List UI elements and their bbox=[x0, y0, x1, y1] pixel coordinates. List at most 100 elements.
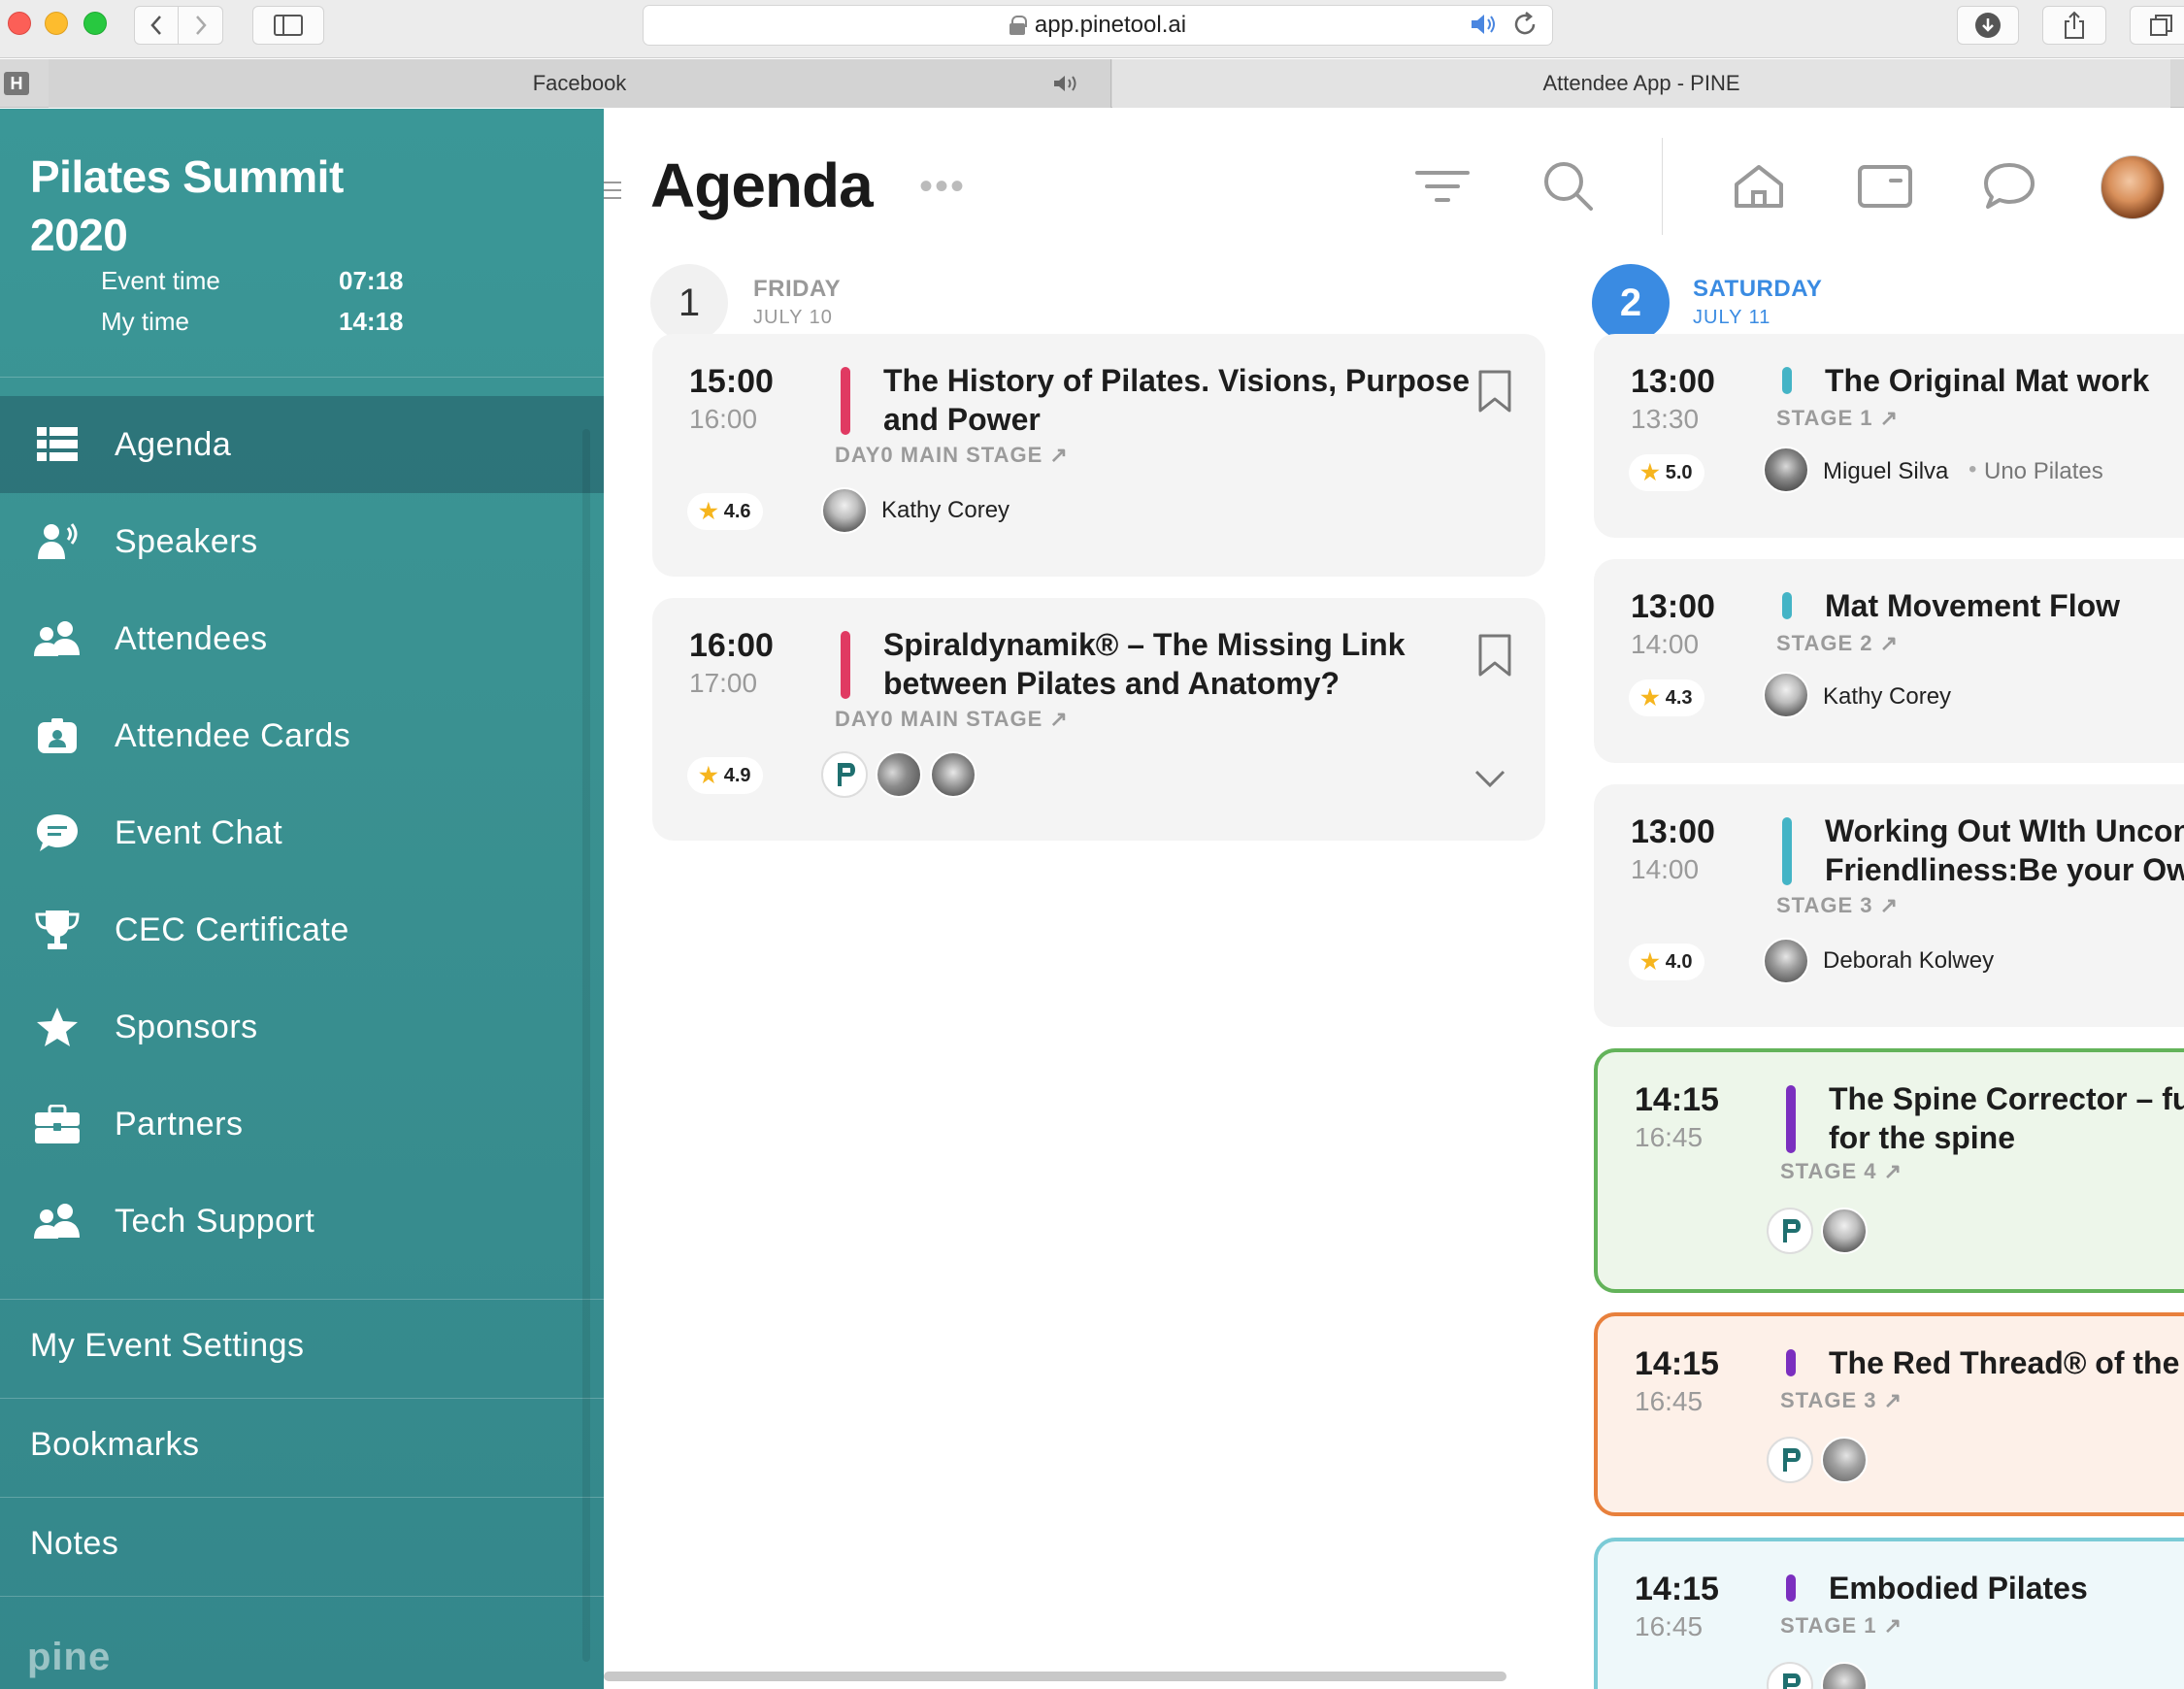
wallet-button[interactable] bbox=[1856, 157, 1914, 215]
more-options-button[interactable]: ••• bbox=[919, 167, 966, 206]
close-window-button[interactable] bbox=[8, 12, 31, 35]
header-divider bbox=[1662, 138, 1663, 235]
filter-icon bbox=[1415, 171, 1470, 202]
session-stage[interactable]: DAY0 MAIN STAGE ↗ bbox=[835, 707, 1069, 732]
menu-icon[interactable] bbox=[604, 177, 621, 208]
session-card[interactable]: 16:00 17:00 Spiraldynamik® – The Missing… bbox=[652, 598, 1545, 841]
speaker-avatar[interactable] bbox=[1821, 1662, 1868, 1689]
speaker-avatar[interactable] bbox=[1821, 1208, 1868, 1254]
session-start-time: 13:00 bbox=[1631, 588, 1715, 625]
search-button[interactable] bbox=[1539, 157, 1598, 215]
session-card[interactable]: 15:00 16:00 The History of Pilates. Visi… bbox=[652, 334, 1545, 577]
reload-icon[interactable] bbox=[1511, 10, 1539, 39]
sidebar-item-attendee-cards[interactable]: Attendee Cards bbox=[0, 687, 604, 784]
speaker-avatar[interactable] bbox=[821, 487, 868, 534]
session-title-line1: The Spine Corrector – fun bbox=[1829, 1081, 2184, 1116]
address-bar[interactable]: app.pinetool.ai bbox=[643, 5, 1553, 46]
tab-attendee-app[interactable]: Attendee App - PINE bbox=[1112, 59, 2170, 108]
session-stage[interactable]: DAY0 MAIN STAGE ↗ bbox=[835, 443, 1069, 468]
session-stage[interactable]: STAGE 3 ↗ bbox=[1780, 1388, 1903, 1413]
sidebar-item-tech-support[interactable]: Tech Support bbox=[0, 1173, 604, 1270]
session-stage[interactable]: STAGE 1 ↗ bbox=[1776, 406, 1899, 431]
session-card[interactable]: 13:00 13:30 The Original Mat work STAGE … bbox=[1594, 334, 2184, 538]
downloads-button[interactable] bbox=[1957, 6, 2019, 45]
speaker-name[interactable]: Miguel Silva bbox=[1823, 458, 1948, 485]
sidebar-item-sponsors[interactable]: Sponsors bbox=[0, 978, 604, 1076]
sidebar-item-label: Speakers bbox=[115, 522, 258, 560]
rating-star-icon: ★ bbox=[1640, 460, 1660, 484]
speaker-avatar[interactable] bbox=[1763, 672, 1809, 718]
sidebar-item-event-chat[interactable]: Event Chat bbox=[0, 784, 604, 881]
main-content: Agenda ••• 1 FRIDAY JULY 10 2 SATURDAY J… bbox=[604, 109, 2184, 1689]
session-stage[interactable]: STAGE 4 ↗ bbox=[1780, 1159, 1903, 1184]
session-card[interactable]: 13:00 14:00 Mat Movement Flow STAGE 2 ↗ … bbox=[1594, 559, 2184, 763]
session-title: Embodied Pilates bbox=[1829, 1571, 2088, 1606]
messages-button[interactable] bbox=[1980, 157, 2038, 215]
session-card[interactable]: 13:00 14:00 Working Out WIth Uncond Frie… bbox=[1594, 784, 2184, 1027]
speaker-name[interactable]: Deborah Kolwey bbox=[1823, 947, 1994, 975]
home-button[interactable] bbox=[1730, 157, 1788, 215]
session-stage[interactable]: STAGE 3 ↗ bbox=[1776, 893, 1899, 918]
sidebar-scrollbar[interactable] bbox=[582, 429, 590, 1662]
bookmark-button[interactable] bbox=[1477, 633, 1512, 678]
download-icon bbox=[1975, 13, 2001, 38]
sidebar-item-agenda[interactable]: Agenda bbox=[0, 396, 604, 493]
tabs-overview-button[interactable] bbox=[2130, 6, 2184, 45]
sidebar-divider bbox=[0, 1398, 604, 1399]
pine-speaker-avatar[interactable] bbox=[1767, 1208, 1813, 1254]
speaker-avatar[interactable] bbox=[876, 751, 922, 798]
speaker-avatar[interactable] bbox=[1763, 938, 1809, 984]
zoom-window-button[interactable] bbox=[83, 12, 107, 35]
share-button[interactable] bbox=[2042, 6, 2106, 45]
speaker-name[interactable]: Kathy Corey bbox=[1823, 683, 1951, 711]
bookmark-icon bbox=[1478, 370, 1511, 413]
pine-speaker-avatar[interactable] bbox=[1767, 1662, 1813, 1689]
session-end-time: 14:00 bbox=[1631, 854, 1700, 884]
sidebar-item-attendees[interactable]: Attendees bbox=[0, 590, 604, 687]
session-title-line1: Working Out WIth Uncond bbox=[1825, 813, 2184, 848]
session-stage[interactable]: STAGE 1 ↗ bbox=[1780, 1613, 1903, 1639]
sidebar-divider bbox=[0, 1596, 604, 1597]
user-avatar[interactable] bbox=[2101, 155, 2165, 219]
horizontal-scrollbar[interactable] bbox=[604, 1672, 1506, 1681]
tab-audio-icon[interactable] bbox=[1052, 73, 1081, 94]
sidebar-item-cec-certificate[interactable]: CEC Certificate bbox=[0, 881, 604, 978]
bookmarks-link[interactable]: Bookmarks bbox=[30, 1426, 200, 1464]
expand-button[interactable] bbox=[1473, 763, 1506, 796]
my-time-row: My time 14:18 bbox=[101, 307, 404, 337]
speaker-avatar[interactable] bbox=[930, 751, 976, 798]
tab-badge: H bbox=[4, 72, 29, 95]
people-icon bbox=[34, 621, 80, 656]
session-card[interactable]: 14:15 16:45 The Spine Corrector – fun fo… bbox=[1594, 1048, 2184, 1293]
filter-button[interactable] bbox=[1413, 157, 1472, 215]
minimize-window-button[interactable] bbox=[45, 12, 68, 35]
forward-button[interactable] bbox=[179, 6, 223, 45]
sidebar-item-speakers[interactable]: Speakers bbox=[0, 493, 604, 590]
audio-icon[interactable] bbox=[1469, 10, 1498, 39]
sidebar-toggle-button[interactable] bbox=[252, 6, 324, 45]
home-icon bbox=[1735, 165, 1783, 208]
speaker-name[interactable]: Kathy Corey bbox=[881, 497, 1009, 524]
notes-link[interactable]: Notes bbox=[30, 1525, 118, 1563]
pine-speaker-avatar[interactable] bbox=[1767, 1437, 1813, 1483]
tab-facebook[interactable]: Facebook bbox=[49, 59, 1111, 108]
my-event-settings-link[interactable]: My Event Settings bbox=[30, 1327, 305, 1365]
speaker-avatar[interactable] bbox=[1763, 447, 1809, 493]
speaker-avatar[interactable] bbox=[1821, 1437, 1868, 1483]
back-button[interactable] bbox=[134, 6, 179, 45]
day-number[interactable]: 2 bbox=[1592, 264, 1670, 342]
session-title-line1: The History of Pilates. Visions, Purpose bbox=[883, 363, 1471, 398]
session-title: The Red Thread® of the Hu bbox=[1829, 1345, 2184, 1380]
session-title: Working Out WIth Uncond Friendliness:Be … bbox=[1825, 811, 2184, 889]
day-number[interactable]: 1 bbox=[650, 264, 728, 342]
session-card[interactable]: 14:15 16:45 Embodied Pilates STAGE 1 ↗ bbox=[1594, 1538, 2184, 1689]
session-end-time: 16:00 bbox=[689, 404, 758, 434]
session-card[interactable]: 14:15 16:45 The Red Thread® of the Hu ST… bbox=[1594, 1312, 2184, 1516]
sidebar-divider bbox=[0, 1299, 604, 1300]
rating-value: 4.0 bbox=[1665, 950, 1693, 973]
bookmark-button[interactable] bbox=[1477, 369, 1512, 414]
session-stage[interactable]: STAGE 2 ↗ bbox=[1776, 631, 1899, 656]
sidebar-item-partners[interactable]: Partners bbox=[0, 1076, 604, 1173]
event-title: Pilates Summit 2020 bbox=[30, 148, 344, 264]
pine-speaker-avatar[interactable] bbox=[821, 751, 868, 798]
